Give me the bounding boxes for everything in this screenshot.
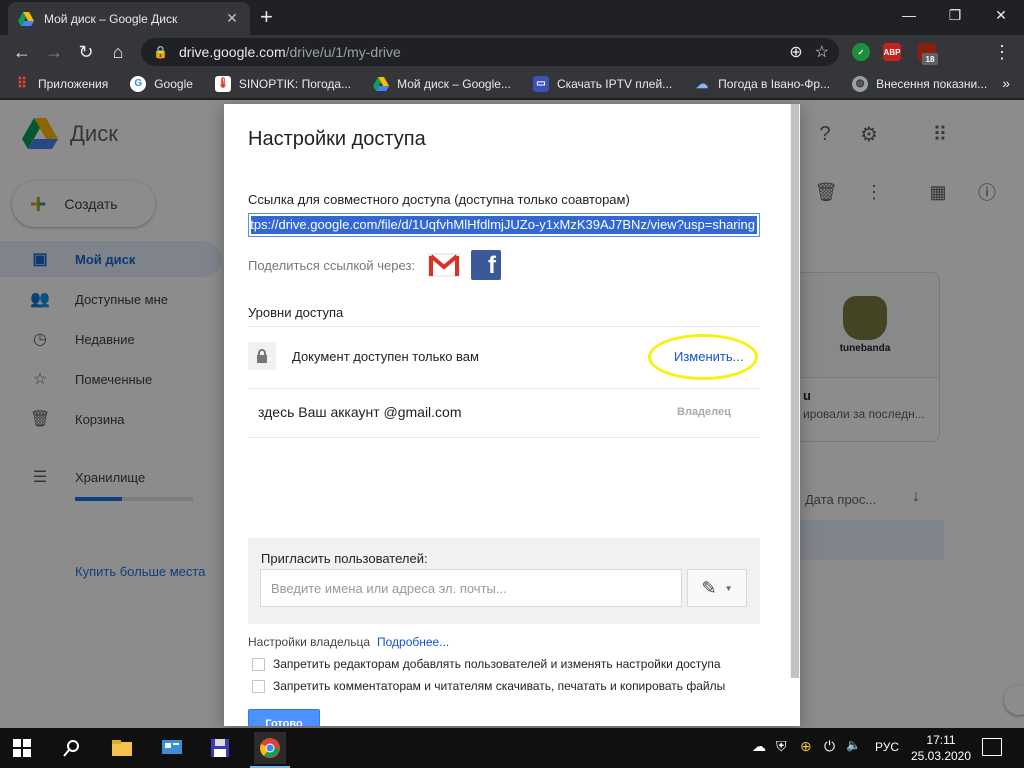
- system-clock[interactable]: 17:11 25.03.2020: [908, 732, 974, 764]
- done-button[interactable]: Готово: [248, 709, 320, 726]
- address-bar[interactable]: 🔒 drive.google.com/drive/u/1/my-drive ⊕ …: [141, 38, 839, 66]
- dialog-scrollbar[interactable]: [790, 104, 800, 678]
- apps-grid-icon: ⠿: [16, 75, 28, 91]
- gmail-icon[interactable]: [428, 252, 460, 278]
- invite-people-panel: Пригласить пользователей: Введите имена …: [248, 538, 760, 624]
- private-lock-icon: [248, 342, 276, 370]
- permission-dropdown-button[interactable]: ✎ ▼: [687, 569, 747, 607]
- google-icon: G: [130, 75, 147, 92]
- access-levels-label: Уровни доступа: [248, 305, 344, 320]
- chrome-menu-icon[interactable]: ⋮: [990, 40, 1014, 64]
- drive-favicon-icon: [18, 11, 34, 26]
- bookmark-label: Внесення показни...: [876, 76, 988, 91]
- browser-tab-active[interactable]: Мой диск – Google Диск ✕: [8, 2, 250, 35]
- reload-icon[interactable]: ↻: [74, 40, 98, 64]
- language-indicator[interactable]: РУС: [875, 740, 899, 754]
- minimize-window-icon[interactable]: —: [886, 0, 932, 30]
- bookmark-weather[interactable]: ☁ Погода в Івано-Фр...: [694, 76, 830, 92]
- restrict-download-checkbox[interactable]: [252, 679, 265, 693]
- bookmark-label: Скачать IPTV плей...: [556, 76, 673, 91]
- checkbox-label: Запретить комментаторам и читателям скач…: [273, 679, 726, 693]
- dialog-title: Настройки доступа: [248, 128, 426, 150]
- invite-email-input[interactable]: Введите имена или адреса эл. почты...: [260, 569, 682, 607]
- bookmark-label: SINOPTIK: Погода...: [238, 76, 352, 91]
- search-icon[interactable]: [56, 732, 88, 764]
- windows-taskbar: ☁ ⛨ ⊕ ⏻ 🔈 РУС 17:11 25.03.2020: [0, 728, 1024, 768]
- owner-role-label: Владелец: [677, 406, 731, 418]
- back-arrow-icon[interactable]: ←: [10, 40, 34, 64]
- extension-check-icon[interactable]: ✓: [852, 43, 870, 61]
- facebook-icon[interactable]: f: [471, 250, 501, 280]
- zoom-plus-icon[interactable]: ⊕: [789, 42, 802, 62]
- url-path: /drive/u/1/my-drive: [285, 44, 401, 60]
- share-link-field[interactable]: https://drive.google.com/file/d/1UqfvhMl…: [248, 213, 760, 237]
- url-host: drive.google.com: [179, 44, 286, 60]
- bookmarks-bar: ⠿ Приложения G Google 🌡 SINOPTIK: Погода…: [0, 69, 1024, 99]
- windows-start-icon[interactable]: [6, 732, 38, 764]
- thermometer-icon: 🌡: [214, 75, 231, 92]
- new-tab-button[interactable]: +: [260, 6, 273, 28]
- file-explorer-icon[interactable]: [106, 732, 138, 764]
- secure-lock-icon[interactable]: 🔒: [153, 45, 168, 59]
- app-tray-icon[interactable]: ⊕: [800, 738, 812, 755]
- highlight-ellipse: [648, 334, 758, 380]
- bookmark-star-icon[interactable]: ☆: [815, 42, 829, 62]
- bookmark-iptv[interactable]: ▭ Скачать IPTV плей...: [532, 75, 673, 92]
- tab-close-icon[interactable]: ✕: [224, 10, 240, 27]
- bookmark-label: Google: [154, 76, 193, 91]
- pencil-edit-icon: ✎: [701, 577, 717, 598]
- owner-email: здесь Ваш аккаунт @gmail.com: [258, 404, 462, 420]
- bookmark-sinoptik[interactable]: 🌡 SINOPTIK: Погода...: [214, 75, 352, 92]
- save-floppy-icon[interactable]: [204, 732, 236, 764]
- chrome-taskbar-icon[interactable]: [254, 732, 286, 764]
- browser-tab-strip: Мой диск – Google Диск ✕ + — ❐ ✕: [0, 0, 1024, 35]
- drive-icon: [373, 76, 390, 91]
- clock-time: 17:11: [926, 733, 956, 747]
- divider: [248, 388, 760, 389]
- control-panel-icon[interactable]: [156, 732, 188, 764]
- clock-date: 25.03.2020: [910, 749, 972, 763]
- restrict-editors-checkbox[interactable]: [252, 657, 265, 671]
- share-link-value: https://drive.google.com/file/d/1UqfvhMl…: [251, 216, 757, 234]
- dropdown-caret-icon: ▼: [724, 583, 733, 593]
- close-window-icon[interactable]: ✕: [978, 0, 1024, 30]
- learn-more-link[interactable]: Подробнее...: [377, 635, 449, 649]
- tv-icon: ▭: [532, 75, 549, 92]
- notifications-icon[interactable]: [982, 738, 1002, 756]
- bookmark-google[interactable]: G Google: [130, 75, 193, 92]
- share-link-label: Ссылка для совместного доступа (доступна…: [248, 192, 630, 207]
- share-via-label: Поделиться ссылкой через:: [248, 258, 416, 273]
- onedrive-cloud-icon[interactable]: ☁: [752, 738, 766, 755]
- extension-badge: 18: [922, 53, 938, 65]
- security-shield-icon[interactable]: ⛨: [776, 738, 787, 755]
- divider: [248, 437, 760, 438]
- browser-toolbar: ← → ↻ ⌂ 🔒 drive.google.com/drive/u/1/my-…: [0, 35, 1024, 69]
- bookmark-label: Приложения: [38, 76, 109, 91]
- invite-label: Пригласить пользователей:: [261, 551, 428, 566]
- power-plug-icon[interactable]: ⏻: [824, 738, 835, 755]
- bookmarks-overflow-icon[interactable]: »: [1002, 75, 1010, 91]
- home-icon[interactable]: ⌂: [106, 40, 130, 64]
- globe-icon: ◍: [852, 75, 869, 92]
- bookmark-drive[interactable]: Мой диск – Google...: [373, 76, 511, 92]
- bookmark-label: Мой диск – Google...: [397, 76, 511, 91]
- restrict-editors-option[interactable]: Запретить редакторам добавлять пользоват…: [252, 657, 721, 671]
- bookmark-label: Погода в Івано-Фр...: [718, 76, 831, 91]
- forward-arrow-icon[interactable]: →: [42, 40, 66, 64]
- bookmark-apps[interactable]: ⠿ Приложения: [14, 75, 109, 92]
- checkbox-label: Запретить редакторам добавлять пользоват…: [273, 657, 721, 671]
- restrict-download-option[interactable]: Запретить комментаторам и читателям скач…: [252, 679, 725, 693]
- restore-window-icon[interactable]: ❐: [932, 0, 978, 30]
- weather-cloud-icon: ☁: [696, 76, 709, 91]
- volume-icon[interactable]: 🔈: [846, 738, 861, 752]
- sharing-settings-dialog: Настройки доступа Ссылка для совместного…: [224, 104, 800, 726]
- bookmark-meter[interactable]: ◍ Внесення показни...: [852, 75, 988, 92]
- adblock-extension-icon[interactable]: ABP: [883, 43, 901, 61]
- tab-title: Мой диск – Google Диск: [44, 11, 178, 26]
- owner-settings-label: Настройки владельца: [248, 635, 371, 649]
